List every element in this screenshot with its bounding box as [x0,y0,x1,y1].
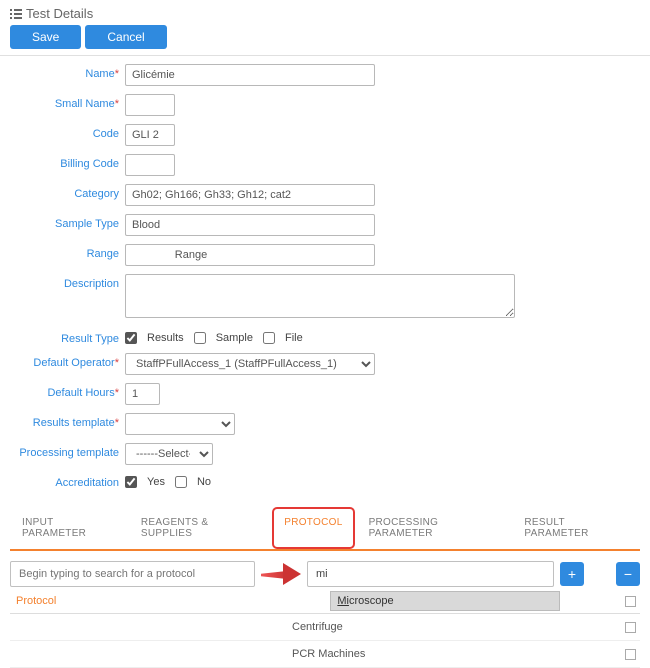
protocol-column-header: Protocol [10,589,62,613]
processing-template-select[interactable]: ------Select------ [125,443,213,465]
default-hours-label: Default Hours [47,387,114,399]
processing-template-label: Processing template [19,447,119,459]
name-label: Name [85,68,114,80]
remove-protocol-button[interactable]: − [616,562,640,586]
result-type-results-text: Results [147,332,184,344]
sample-type-label: Sample Type [55,218,119,230]
tabs-bar: INPUT PARAMETER REAGENTS & SUPPLIES PROT… [10,507,640,551]
accreditation-yes-text: Yes [147,476,165,488]
protocol-row-name: PCR Machines [292,648,620,660]
accreditation-label: Accreditation [55,477,119,489]
protocol-row-name: Centrifuge [292,621,620,633]
range-label: Range [87,248,119,260]
result-type-sample-checkbox[interactable] [194,332,206,344]
page-title-row: Test Details [10,6,640,21]
protocol-row-checkbox[interactable] [625,622,636,633]
tab-reagents[interactable]: REAGENTS & SUPPLIES [129,507,270,549]
code-label: Code [93,128,119,140]
protocol-row: PCR Machines [10,641,640,668]
protocol-search-display[interactable] [10,561,255,587]
accreditation-yes-checkbox[interactable] [125,476,137,488]
category-label: Category [74,188,119,200]
small-name-field[interactable] [125,94,175,116]
description-label: Description [64,278,119,290]
description-field[interactable] [125,274,515,318]
category-field[interactable] [125,184,375,206]
list-icon [10,9,22,19]
result-type-sample-text: Sample [216,332,253,344]
default-hours-field[interactable] [125,383,160,405]
result-type-label: Result Type [61,333,119,345]
name-field[interactable] [125,64,375,86]
protocol-row-checkbox[interactable] [625,649,636,660]
billing-code-field[interactable] [125,154,175,176]
range-field[interactable] [125,244,375,266]
sample-type-field[interactable] [125,214,375,236]
add-protocol-button[interactable]: + [560,562,584,586]
divider [0,55,650,56]
save-button[interactable]: Save [10,25,81,49]
default-operator-select[interactable]: StaffPFullAccess_1 (StaffPFullAccess_1) [125,353,375,375]
cancel-button[interactable]: Cancel [85,25,166,49]
results-template-select[interactable] [125,413,235,435]
result-type-results-checkbox[interactable] [125,332,137,344]
accreditation-no-text: No [197,476,211,488]
tab-input-parameter[interactable]: INPUT PARAMETER [10,507,129,549]
autocomplete-option-microscope[interactable]: Microscope [330,591,560,611]
arrow-icon [261,563,301,585]
protocol-header-checkbox[interactable] [625,596,636,607]
accreditation-no-checkbox[interactable] [175,476,187,488]
result-type-file-checkbox[interactable] [263,332,275,344]
tab-protocol[interactable]: PROTOCOL [272,507,354,549]
code-field[interactable] [125,124,175,146]
tab-result-parameter[interactable]: RESULT PARAMETER [512,507,640,549]
result-type-file-text: File [285,332,303,344]
tab-processing-parameter[interactable]: PROCESSING PARAMETER [357,507,513,549]
billing-code-label: Billing Code [60,158,119,170]
protocol-search-input[interactable] [307,561,554,587]
results-template-label: Results template [33,417,115,429]
page-title: Test Details [26,6,93,21]
small-name-label: Small Name [55,98,115,110]
default-operator-label: Default Operator [33,357,114,369]
